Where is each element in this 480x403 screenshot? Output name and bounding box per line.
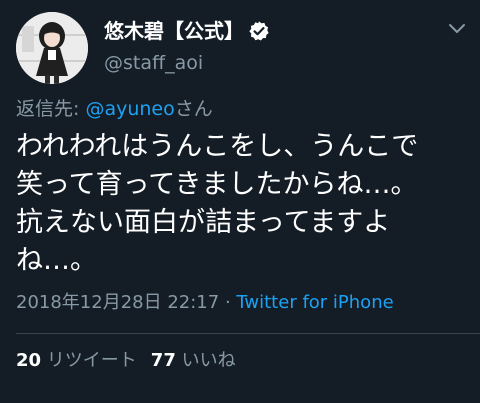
tweet-card: 悠木碧【公式】 @staff_aoi 返信先: @ayuneoさん われわれはう…: [0, 0, 480, 403]
avatar-image: [16, 12, 88, 84]
retweets-count: 20: [16, 350, 42, 371]
reply-prefix: 返信先:: [16, 98, 86, 120]
display-name[interactable]: 悠木碧【公式】: [104, 16, 270, 46]
retweets-stat[interactable]: 20 リツイート: [16, 350, 137, 371]
divider: [16, 333, 480, 334]
tweet-stats: 20 リツイート 77 いいね: [16, 348, 236, 374]
verified-badge-icon: [249, 21, 269, 41]
tweet-text-line: われわれはうんこをし、うんこで: [16, 131, 419, 162]
reply-to: 返信先: @ayuneoさん: [16, 96, 213, 122]
timestamp[interactable]: 2018年12月28日 22:17: [16, 292, 219, 313]
reply-mention-link[interactable]: @ayuneo: [85, 98, 174, 120]
avatar[interactable]: [16, 12, 88, 84]
likes-count: 77: [150, 350, 176, 371]
display-name-text: 悠木碧【公式】: [104, 19, 244, 43]
reply-suffix: さん: [174, 98, 213, 120]
tweet-meta: 2018年12月28日 22:17 · Twitter for iPhone: [16, 290, 394, 316]
chevron-down-icon[interactable]: [448, 22, 466, 36]
tweet-text-line: 抗えない面白が詰まってますよ: [16, 207, 391, 238]
user-handle[interactable]: @staff_aoi: [104, 50, 203, 76]
tweet-text-line: 笑って育ってきましたからね…。: [16, 169, 418, 200]
likes-label: いいね: [181, 350, 236, 371]
source-link[interactable]: Twitter for iPhone: [236, 292, 393, 313]
retweets-label: リツイート: [46, 350, 137, 371]
tweet-text-line: ね…。: [16, 245, 97, 276]
meta-separator: ·: [219, 292, 237, 313]
likes-stat[interactable]: 77 いいね: [151, 350, 236, 371]
tweet-text: われわれはうんこをし、うんこで 笑って育ってきましたからね…。 抗えない面白が詰…: [16, 128, 466, 280]
